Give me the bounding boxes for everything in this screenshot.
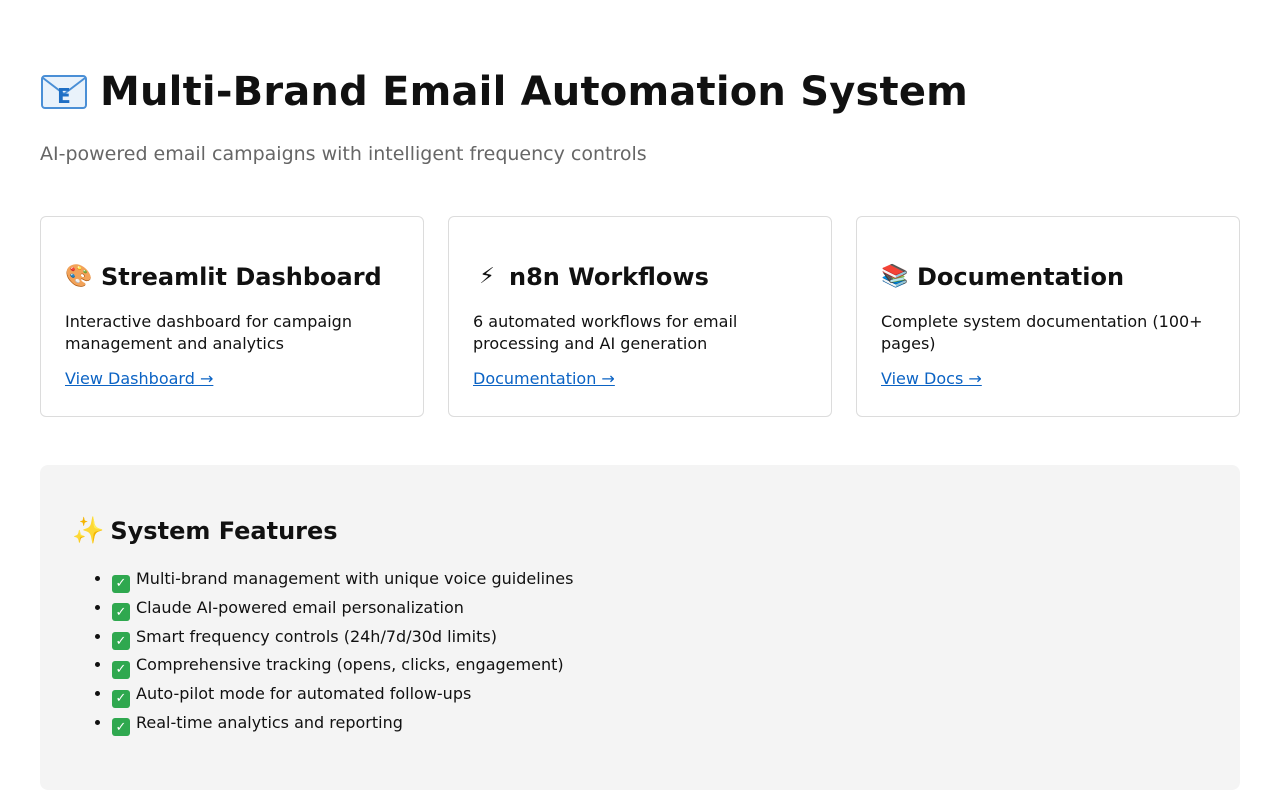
card-title-row: 🎨 Streamlit Dashboard [65,263,399,291]
card-description: Complete system documentation (100+ page… [881,312,1203,353]
card-title-row: 📚 Documentation [881,263,1215,291]
card-description: Interactive dashboard for campaign manag… [65,312,352,353]
page-title: Multi-Brand Email Automation System [100,69,969,115]
workflows-documentation-link[interactable]: Documentation → [473,369,615,388]
card-title: n8n Workflows [509,263,709,291]
page-header: E Multi-Brand Email Automation System [40,70,968,114]
features-title: System Features [110,517,338,545]
landing-page: E Multi-Brand Email Automation System AI… [0,0,1280,800]
system-features-panel: ✨ System Features ✓ Multi-brand managemen… [40,465,1240,790]
list-item: ✓ Comprehensive tracking (opens, clicks, … [112,651,1208,680]
feature-text: Comprehensive tracking (opens, clicks, e… [136,655,564,675]
check-icon: ✓ [112,574,130,593]
list-item: ✓ Smart frequency controls (24h/7d/30d li… [112,623,1208,652]
card-streamlit-dashboard: 🎨 Streamlit Dashboard Interactive dashbo… [40,216,424,417]
view-docs-link[interactable]: View Docs → [881,369,982,388]
view-dashboard-link[interactable]: View Dashboard → [65,369,213,388]
features-list: ✓ Multi-brand management with unique voic… [72,565,1208,738]
check-icon: ✓ [112,603,130,622]
card-title: Documentation [917,263,1125,291]
lightning-icon: ⚡ [479,264,495,289]
list-item: ✓ Claude AI-powered email personalization [112,594,1208,623]
feature-text: Multi-brand management with unique voice… [136,569,574,588]
check-icon: ✓ [112,689,130,708]
page-subtitle: AI-powered email campaigns with intellig… [40,143,647,165]
card-title-row: ⚡ n8n Workflows [473,263,807,291]
list-item: ✓ Auto-pilot mode for automated follow-up… [112,680,1208,709]
email-envelope-icon: E [40,72,88,112]
feature-text: Real-time analytics and reporting [136,712,403,732]
palette-icon: 🎨 [65,264,93,289]
features-title-row: ✨ System Features [72,517,1208,545]
card-title: Streamlit Dashboard [101,263,382,291]
feature-text: Smart frequency controls (24h/7d/30d lim… [136,626,497,646]
feature-cards: 🎨 Streamlit Dashboard Interactive dashbo… [40,216,1240,417]
card-description: 6 automated workflows for email processi… [473,312,738,353]
books-icon: 📚 [881,264,909,289]
list-item: ✓ Real-time analytics and reporting [112,709,1208,738]
list-item: ✓ Multi-brand management with unique voic… [112,565,1208,594]
svg-text:E: E [57,84,71,108]
sparkles-icon: ✨ [72,516,105,546]
card-documentation: 📚 Documentation Complete system document… [856,216,1240,417]
feature-text: Claude AI-powered email personalization [136,597,464,617]
check-icon: ✓ [112,632,130,651]
card-n8n-workflows: ⚡ n8n Workflows 6 automated workflows fo… [448,216,832,417]
check-icon: ✓ [112,660,130,679]
check-icon: ✓ [112,718,130,737]
feature-text: Auto-pilot mode for automated follow-ups [136,684,472,704]
